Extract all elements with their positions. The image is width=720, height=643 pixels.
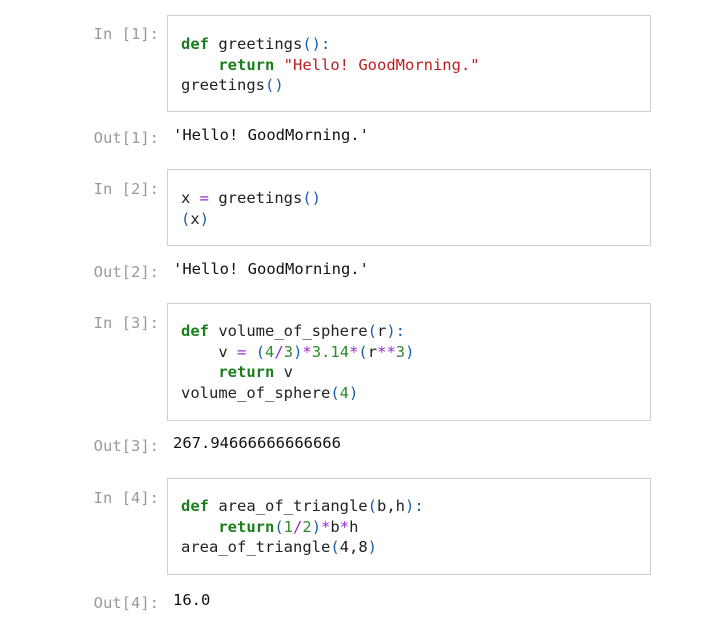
input-prompt: In [3]: (93, 314, 159, 332)
code-token: volume_of_sphere (209, 322, 368, 340)
code-token: 2 (302, 517, 312, 536)
code-token: r (367, 342, 378, 361)
code-block[interactable]: def area_of_triangle(b,h): return(1/2)*b… (181, 496, 424, 558)
code-token: ) (349, 383, 359, 402)
code-input-area[interactable]: x = greetings() (x) (167, 169, 651, 246)
code-token: b (330, 517, 340, 536)
code-token: ( (330, 538, 340, 556)
code-token: greetings (209, 189, 303, 207)
code-input-area[interactable]: def volume_of_sphere(r): v = (4/3)*3.14*… (167, 303, 651, 421)
code-token: def (181, 35, 209, 53)
code-line: area_of_triangle(4,8) (181, 538, 377, 556)
code-token: x (181, 189, 200, 207)
code-token: def (181, 322, 209, 340)
cell-output: 267.94666666666666 (173, 434, 341, 452)
code-token: greetings (181, 76, 265, 94)
code-line: volume_of_sphere(4) (181, 384, 358, 402)
code-token: / (293, 517, 303, 536)
output-prompt: Out[4]: (93, 594, 159, 612)
code-block[interactable]: def volume_of_sphere(r): v = (4/3)*3.14*… (181, 321, 414, 403)
code-line: (x) (181, 210, 209, 228)
code-token: b,h (376, 497, 405, 515)
code-token: 3.14 (311, 342, 350, 361)
code-token: v (274, 363, 293, 381)
code-token: / (274, 342, 284, 361)
code-token: 3 (283, 342, 294, 361)
code-token: ) (405, 342, 415, 361)
code-token: area_of_triangle (181, 538, 331, 556)
code-line: return "Hello! GoodMorning." (181, 55, 480, 74)
code-token: ( (367, 497, 377, 515)
code-token: ( (255, 342, 266, 361)
output-prompt: Out[3]: (93, 437, 159, 455)
code-input-area[interactable]: def area_of_triangle(b,h): return(1/2)*b… (167, 478, 651, 575)
code-token: v (181, 342, 237, 361)
code-line: x = greetings() (181, 189, 321, 207)
cell-output: 16.0 (173, 591, 211, 609)
code-token: * (302, 342, 312, 361)
code-token: "Hello! GoodMorning." (283, 55, 480, 74)
code-token: area_of_triangle (209, 497, 368, 515)
input-prompt: In [2]: (93, 180, 159, 198)
code-token: * (339, 517, 350, 536)
code-token: * (321, 517, 331, 536)
code-token: ) (293, 342, 303, 361)
code-token: ): (386, 322, 405, 340)
code-token: (): (302, 35, 331, 53)
code-token: r (376, 322, 387, 340)
input-prompt: In [4]: (93, 489, 159, 507)
code-token: return (218, 363, 275, 381)
code-token: ): (404, 497, 424, 515)
code-token: ( (367, 322, 377, 340)
code-token: h (349, 517, 359, 536)
code-line: def volume_of_sphere(r): (181, 322, 405, 340)
code-line: v = (4/3)*3.14*(r**3) (181, 343, 414, 361)
code-token: ( (181, 209, 191, 228)
code-line: return v (181, 363, 293, 381)
code-line: return(1/2)*b*h (181, 518, 358, 536)
code-block[interactable]: def greetings(): return "Hello! GoodMorn… (181, 34, 480, 96)
code-line: greetings() (181, 76, 284, 94)
code-line: def greetings(): (181, 35, 330, 53)
code-token: ( (330, 383, 340, 402)
code-token: () (302, 189, 322, 207)
code-token: x (190, 209, 200, 228)
code-block[interactable]: x = greetings() (x) (181, 188, 321, 229)
code-token: ** (377, 342, 396, 361)
code-token: ) (367, 538, 377, 556)
code-token: ( (274, 517, 284, 536)
code-token: () (265, 76, 284, 94)
input-prompt: In [1]: (93, 25, 159, 43)
code-token: 4 (265, 342, 275, 361)
code-token: 4 (339, 383, 349, 402)
cell-output: 'Hello! GoodMorning.' (173, 260, 369, 278)
code-token: 4,8 (339, 538, 368, 556)
code-token: = (199, 189, 210, 207)
code-token: ) (311, 517, 322, 536)
code-line: def area_of_triangle(b,h): (181, 497, 424, 515)
code-token: ( (358, 342, 368, 361)
code-input-area[interactable]: def greetings(): return "Hello! GoodMorn… (167, 15, 651, 112)
code-token: volume_of_sphere (181, 383, 331, 402)
output-prompt: Out[2]: (93, 263, 159, 281)
code-token: ) (199, 209, 210, 228)
notebook: In [1]: def greetings(): return "Hello! … (0, 0, 720, 643)
code-token: 3 (395, 342, 406, 361)
code-token: 1 (283, 517, 294, 536)
code-token: return (218, 55, 275, 74)
code-token: def (181, 497, 209, 515)
cell-output: 'Hello! GoodMorning.' (173, 126, 369, 144)
output-prompt: Out[1]: (93, 129, 159, 147)
code-token: greetings (209, 35, 303, 53)
code-token: return (218, 517, 275, 536)
code-token: = (237, 342, 247, 361)
